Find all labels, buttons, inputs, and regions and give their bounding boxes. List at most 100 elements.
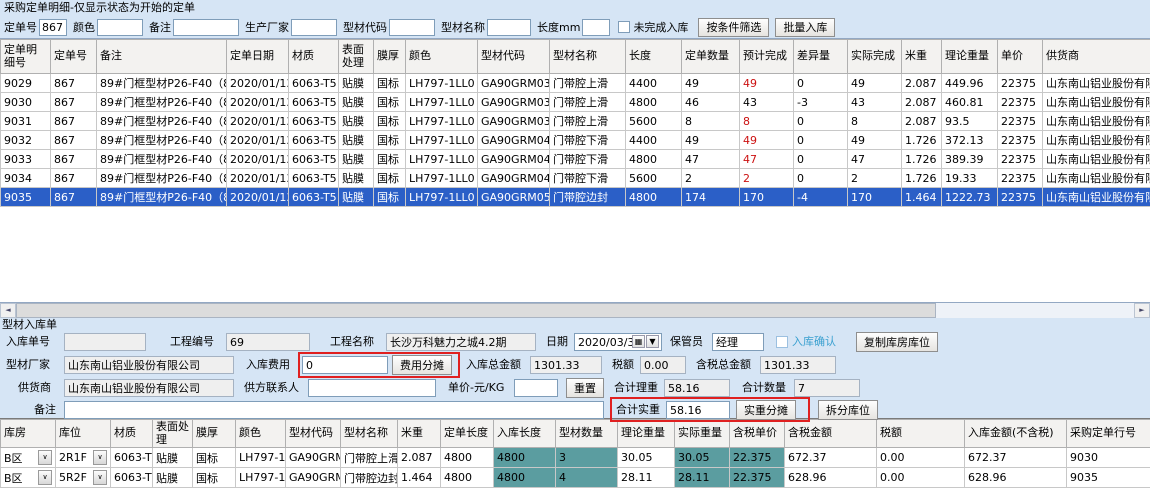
table-cell[interactable]: 5R2F∨ [56, 468, 111, 488]
length-input[interactable] [582, 19, 610, 36]
table-cell[interactable]: 门带腔上滑 [550, 74, 626, 93]
column-header[interactable]: 材质 [289, 40, 339, 74]
table-cell[interactable]: 国标 [374, 112, 406, 131]
table-cell[interactable]: 47 [682, 150, 740, 169]
table-cell[interactable]: 49 [848, 74, 902, 93]
table-cell[interactable]: 6063-T5 [289, 131, 339, 150]
table-cell[interactable]: 89#门框型材P26-F40（866+867） [97, 188, 227, 207]
table-cell[interactable]: 4800 [441, 448, 494, 468]
column-header[interactable]: 税额 [877, 420, 965, 448]
column-header[interactable]: 定单数量 [682, 40, 740, 74]
table-cell[interactable]: GA90GRM04 [478, 150, 550, 169]
scroll-right-button[interactable]: ► [1134, 303, 1150, 318]
table-cell[interactable]: 43 [848, 93, 902, 112]
batch-entry-button[interactable]: 批量入库 [775, 18, 835, 37]
scrollbar-track[interactable] [936, 303, 1134, 318]
table-cell[interactable]: 174 [682, 188, 740, 207]
table-cell[interactable]: 8 [848, 112, 902, 131]
calendar-icon[interactable]: ▦ [632, 335, 645, 348]
column-header[interactable]: 实际完成 [848, 40, 902, 74]
table-cell[interactable]: 贴膜 [339, 169, 374, 188]
unfinished-checkbox[interactable] [618, 21, 630, 33]
table-cell[interactable]: GA90GRM05 [286, 468, 341, 488]
dropdown-arrow-icon[interactable]: ∨ [38, 450, 52, 465]
table-cell[interactable]: 170 [848, 188, 902, 207]
maker-field[interactable] [64, 356, 234, 374]
table-cell[interactable]: 6063-T5 [289, 169, 339, 188]
table-cell[interactable]: 22.375 [730, 468, 785, 488]
table-cell[interactable]: 2020/01/13 [227, 93, 289, 112]
table-cell[interactable]: 2 [740, 169, 794, 188]
column-header[interactable]: 长度 [626, 40, 682, 74]
table-cell[interactable]: 国标 [193, 448, 236, 468]
table-cell[interactable]: -3 [794, 93, 848, 112]
column-header[interactable]: 定单明细号 [1, 40, 51, 74]
table-cell[interactable]: GA90GRM03 [478, 112, 550, 131]
table-cell[interactable]: 49 [740, 74, 794, 93]
table-cell[interactable]: 5600 [626, 112, 682, 131]
table-cell[interactable]: GA90GRM05 [478, 188, 550, 207]
tax-field[interactable] [640, 356, 686, 374]
remark-input[interactable] [173, 19, 239, 36]
column-header[interactable]: 采购定单行号 [1067, 420, 1150, 448]
table-cell[interactable]: 2020/01/13 [227, 74, 289, 93]
table-cell[interactable]: 4400 [626, 74, 682, 93]
table-cell[interactable]: 1.464 [398, 468, 441, 488]
dropdown-arrow-icon[interactable]: ∨ [93, 450, 107, 465]
column-header[interactable]: 膜厚 [193, 420, 236, 448]
table-cell[interactable]: 460.81 [942, 93, 998, 112]
table-cell[interactable]: 49 [848, 131, 902, 150]
table-cell[interactable]: 22.375 [730, 448, 785, 468]
table-cell[interactable]: 19.33 [942, 169, 998, 188]
column-header[interactable]: 理论重量 [618, 420, 675, 448]
table-cell[interactable]: 28.11 [675, 468, 730, 488]
table-row[interactable]: 903386789#门框型材P26-F40（866+867）2020/01/13… [1, 150, 1150, 169]
table-cell[interactable]: 国标 [374, 74, 406, 93]
column-header[interactable]: 型材代码 [478, 40, 550, 74]
table-cell[interactable]: 国标 [374, 188, 406, 207]
column-header[interactable]: 颜色 [236, 420, 286, 448]
table-cell[interactable]: LH797-1LL0 [406, 188, 478, 207]
table-cell[interactable]: 2020/01/13 [227, 150, 289, 169]
table-cell[interactable]: 9034 [1, 169, 51, 188]
table-cell[interactable]: 山东南山铝业股份有限公司 [1043, 131, 1150, 150]
table-row[interactable]: 903486789#门框型材P26-F40（866+867）2020/01/13… [1, 169, 1150, 188]
table-cell[interactable]: 国标 [193, 468, 236, 488]
table-cell[interactable]: LH797-1LL0 [406, 131, 478, 150]
table-cell[interactable]: 6063-T5 [289, 93, 339, 112]
table-cell[interactable]: 6063-T5 [289, 74, 339, 93]
table-cell[interactable]: 门带腔下滑 [550, 150, 626, 169]
table-cell[interactable]: 2R1F∨ [56, 448, 111, 468]
table-cell[interactable]: 628.96 [785, 468, 877, 488]
table-cell[interactable]: 89#门框型材P26-F40（866+867） [97, 93, 227, 112]
table-cell[interactable]: 贴膜 [339, 188, 374, 207]
table-row[interactable]: 902986789#门框型材P26-F40（866+867）2020/01/13… [1, 74, 1150, 93]
column-header[interactable]: 型材名称 [550, 40, 626, 74]
table-cell[interactable]: 49 [740, 131, 794, 150]
table-cell[interactable]: 0.00 [877, 468, 965, 488]
table-cell[interactable]: 2.087 [902, 74, 942, 93]
form-remark-field[interactable] [64, 401, 604, 419]
table-cell[interactable]: 22375 [998, 131, 1043, 150]
table-cell[interactable]: 1.464 [902, 188, 942, 207]
table-cell[interactable]: 6063-T5 [111, 468, 153, 488]
table-cell[interactable]: GA90GRM03 [478, 93, 550, 112]
total-with-tax-field[interactable] [760, 356, 836, 374]
column-header[interactable]: 定单长度 [441, 420, 494, 448]
table-cell[interactable]: -4 [794, 188, 848, 207]
dropdown-arrow-icon[interactable]: ∨ [93, 470, 107, 485]
table-cell[interactable]: 1.726 [902, 169, 942, 188]
column-header[interactable]: 含税单价 [730, 420, 785, 448]
entry-confirm-checkbox[interactable] [776, 336, 788, 348]
column-header[interactable]: 实际重量 [675, 420, 730, 448]
supplier-field[interactable] [64, 379, 234, 397]
table-cell[interactable]: 山东南山铝业股份有限公司 [1043, 112, 1150, 131]
table-cell[interactable]: 2.087 [902, 112, 942, 131]
table-cell[interactable]: 89#门框型材P26-F40（866+867） [97, 131, 227, 150]
column-header[interactable]: 米重 [902, 40, 942, 74]
column-header[interactable]: 型材数量 [556, 420, 618, 448]
filter-button[interactable]: 按条件筛选 [698, 18, 769, 37]
table-cell[interactable]: 4800 [626, 150, 682, 169]
total-qty-field[interactable] [794, 379, 860, 397]
table-cell[interactable]: 贴膜 [339, 131, 374, 150]
